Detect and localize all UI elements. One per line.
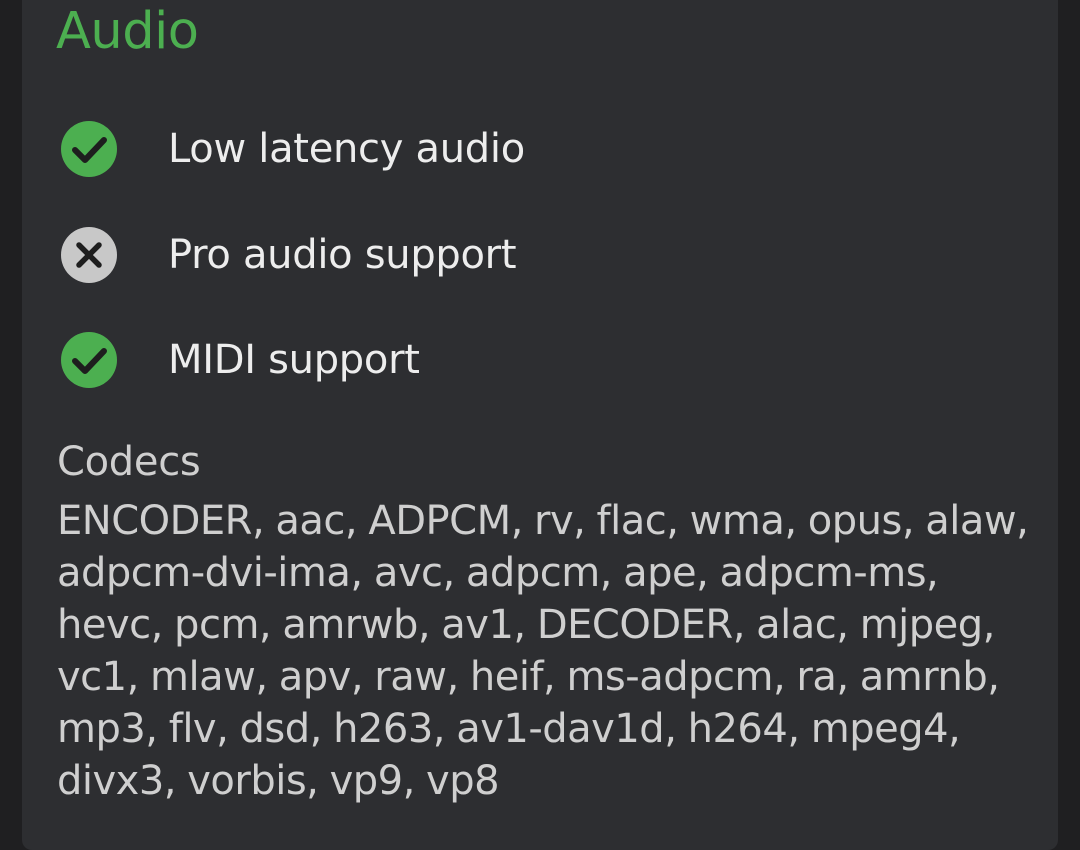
x-circle-icon: [61, 227, 117, 283]
feature-label: Pro audio support: [168, 232, 517, 278]
feature-midi-support: MIDI support: [60, 331, 420, 389]
feature-label: MIDI support: [168, 337, 420, 383]
check-circle-icon: [61, 121, 117, 177]
codecs-title: Codecs: [57, 439, 201, 485]
codecs-list: ENCODER, aac, ADPCM, rv, flac, wma, opus…: [57, 498, 1029, 804]
feature-low-latency-audio: Low latency audio: [60, 120, 525, 178]
feature-label: Low latency audio: [168, 126, 525, 172]
feature-pro-audio-support: Pro audio support: [60, 226, 517, 284]
section-title: Audio: [56, 2, 199, 61]
check-circle-icon: [61, 332, 117, 388]
